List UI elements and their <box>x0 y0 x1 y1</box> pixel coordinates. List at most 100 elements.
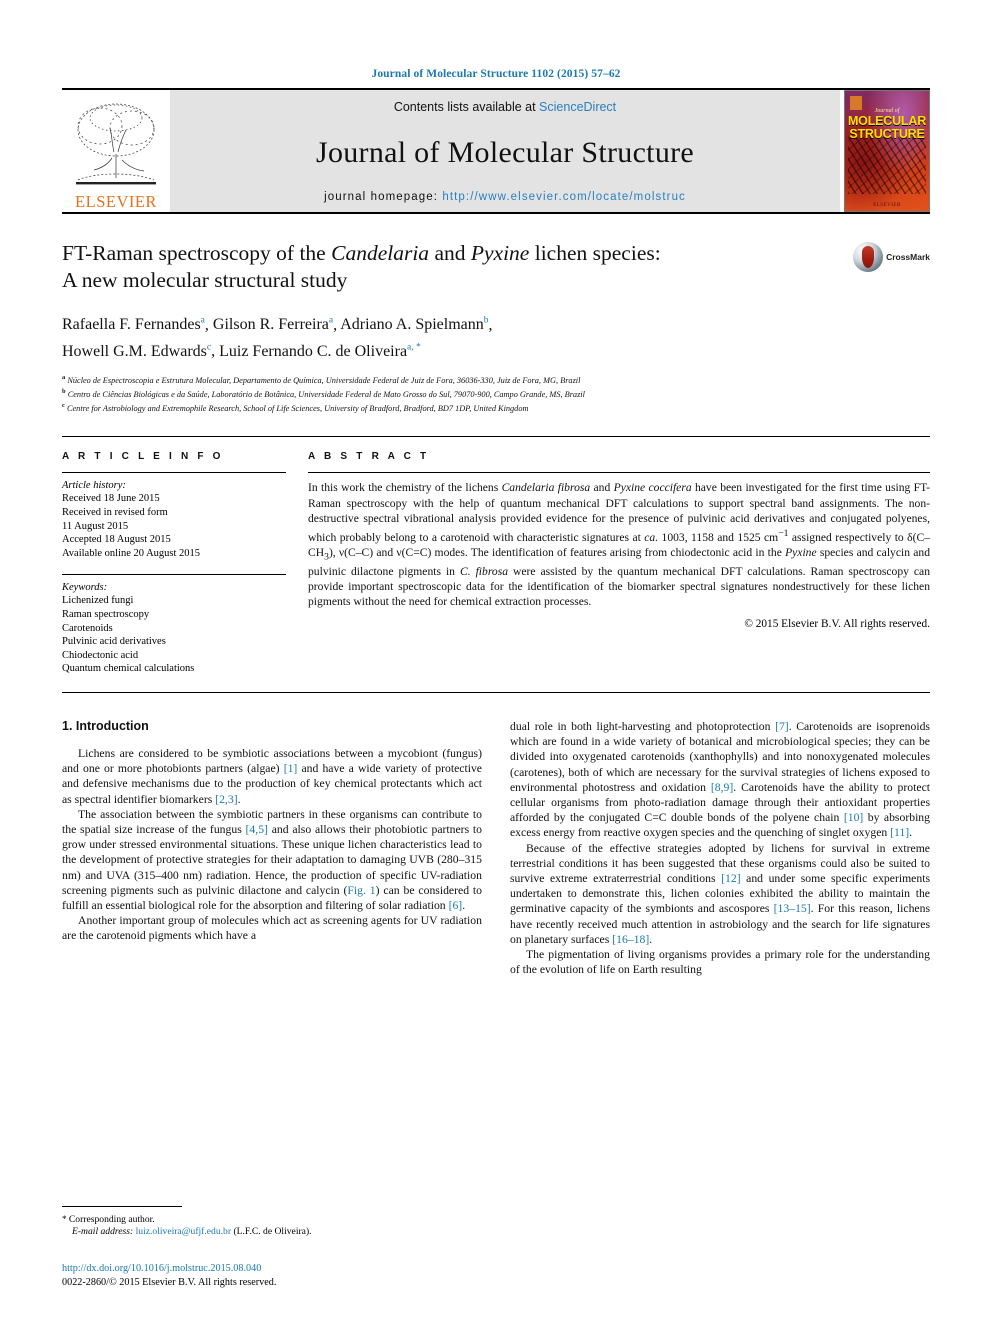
journal-masthead: ELSEVIER Contents lists available at Sci… <box>62 90 930 212</box>
body-separator-rule <box>62 691 930 693</box>
author-1[interactable]: Rafaella F. Fernandesa <box>62 316 205 333</box>
abs-species-pyxine: Pyxine cocciferа <box>613 481 692 495</box>
article-history-5: Available online 20 August 2015 <box>62 547 201 559</box>
cover-title-line1: MOLECULAR <box>847 114 927 128</box>
article-history-2: Received in revised form <box>62 507 168 519</box>
citation-16-18[interactable]: [16–18] <box>612 933 649 946</box>
abs-seg-1: In this work the chemistry of the lichen… <box>308 481 502 495</box>
doi-block: http://dx.doi.org/10.1016/j.molstruc.201… <box>62 1262 276 1289</box>
affiliation-a-text: Núcleo de Espectroscopia e Estrutura Mol… <box>67 375 581 385</box>
contents-list-line: Contents lists available at ScienceDirec… <box>394 100 616 114</box>
abs-species-candelaria: Candelaria fibrosa <box>501 481 591 495</box>
keywords-label: Keywords: <box>62 582 108 594</box>
abs-seg-4: 1003, 1158 and 1525 cm <box>658 530 779 544</box>
intro-left-paragraph-2: The association between the symbiotic pa… <box>62 807 482 913</box>
sciencedirect-link[interactable]: ScienceDirect <box>539 100 616 114</box>
crossmark-label: CrossMark <box>886 252 930 262</box>
keywords-block: Keywords: Lichenized fungi Raman spectro… <box>62 574 286 676</box>
contents-prefix: Contents lists available at <box>393 100 540 114</box>
section-heading-introduction: 1. Introduction <box>62 718 149 733</box>
keyword-5: Chiodectonic acid <box>62 649 139 661</box>
intro-left-paragraph-1: Lichens are considered to be symbiotic a… <box>62 746 482 807</box>
author-5-affil-mark: a, * <box>407 342 421 353</box>
info-abstract-region: A R T I C L E I N F O Article history: R… <box>62 436 930 676</box>
doi-link[interactable]: http://dx.doi.org/10.1016/j.molstruc.201… <box>62 1262 276 1276</box>
citation-6[interactable]: [6] <box>449 899 463 912</box>
column-right: dual role in both light-harvesting and p… <box>510 719 930 977</box>
citation-2-3[interactable]: [2,3] <box>215 793 237 806</box>
citation-8-9[interactable]: [8,9] <box>711 781 733 794</box>
title-seg-2: and <box>429 241 471 265</box>
abs-seg-7: ), ν(C–C) and ν(C=C) modes. The identifi… <box>328 545 786 559</box>
intro-right-paragraph-2: Because of the effective strategies adop… <box>510 841 930 947</box>
abstract-column: A B S T R A C T In this work the chemist… <box>308 451 930 676</box>
citation-1[interactable]: [1] <box>284 762 298 775</box>
body-columns: 1. Introduction Lichens are considered t… <box>62 719 930 977</box>
cover-footer-wordmark: ELSEVIER <box>873 203 901 208</box>
affiliation-b-mark: b <box>62 387 66 395</box>
citation-12[interactable]: [12] <box>721 872 740 885</box>
p2r-seg4: . <box>649 932 653 946</box>
article-page: Journal of Molecular Structure 1102 (201… <box>0 0 992 1323</box>
elsevier-logo: ELSEVIER <box>62 90 170 212</box>
affiliation-b-text: Centro de Ciências Biológicas e da Saúde… <box>67 389 585 399</box>
cover-title: MOLECULAR STRUCTURE <box>845 115 929 141</box>
p1l-seg3: . <box>237 792 241 806</box>
intro-left-paragraph-3: Another important group of molecules whi… <box>62 914 482 943</box>
citation-4-5[interactable]: [4,5] <box>246 823 268 836</box>
abstract-copyright: © 2015 Elsevier B.V. All rights reserved… <box>744 618 930 631</box>
journal-homepage-link[interactable]: http://www.elsevier.com/locate/molstruc <box>442 191 686 203</box>
affiliation-b: b Centro de Ciências Biológicas e da Saú… <box>62 386 930 400</box>
abs-species-cfibrosa: C. fibrosa <box>459 565 509 579</box>
crossmark-badge[interactable]: CrossMark <box>853 242 930 272</box>
affiliation-c-mark: c <box>62 402 65 410</box>
affiliation-a: a Núcleo de Espectroscopia e Estrutura M… <box>62 372 930 386</box>
journal-cover-thumbnail: Journal of MOLECULAR STRUCTURE ELSEVIER <box>844 90 930 212</box>
title-seg-1: FT-Raman spectroscopy of the <box>62 241 332 265</box>
email-line: E-mail address: luiz.oliveira@ufjf.edu.b… <box>62 1226 477 1239</box>
page-title: FT-Raman spectroscopy of the Candelaria … <box>62 240 832 294</box>
running-head: Journal of Molecular Structure 1102 (201… <box>371 68 621 80</box>
author-1-name: Rafaella F. Fernandes <box>62 316 201 334</box>
author-4[interactable]: Howell G.M. Edwardsc <box>62 342 211 359</box>
corresponding-author-label: Corresponding author. <box>68 1213 155 1225</box>
abstract-text: In this work the chemistry of the lichen… <box>308 480 930 609</box>
author-5[interactable]: Luiz Fernando C. de Oliveiraa, * <box>219 342 421 359</box>
crossmark-icon <box>853 242 884 272</box>
abs-genus-pyxine: Pyxine <box>785 545 817 559</box>
article-info-heading: A R T I C L E I N F O <box>62 451 224 463</box>
citation-7[interactable]: [7] <box>775 720 789 733</box>
keyword-2: Raman spectroscopy <box>62 609 150 621</box>
journal-band: Contents lists available at ScienceDirec… <box>170 90 840 212</box>
issn-copyright-line: 0022-2860/© 2015 Elsevier B.V. All right… <box>62 1276 277 1288</box>
abstract-heading: A B S T R A C T <box>308 451 430 463</box>
elsevier-wordmark: ELSEVIER <box>75 191 157 211</box>
author-2[interactable]: Gilson R. Ferreiraa <box>213 316 333 333</box>
author-sep-1: , <box>204 316 213 334</box>
affiliation-a-mark: a <box>62 373 66 381</box>
cover-title-line2: STRUCTURE <box>849 127 925 141</box>
figure-1-link[interactable]: Fig. 1 <box>347 884 375 897</box>
title-seg-3: lichen species: <box>529 241 661 265</box>
article-history-4: Accepted 18 August 2015 <box>62 534 171 546</box>
email-owner: (L.F.C. de Oliveira). <box>233 1226 312 1238</box>
citation-10[interactable]: [10] <box>844 811 863 824</box>
email-label: E-mail address: <box>72 1226 134 1238</box>
affiliation-c: c Centre for Astrobiology and Extremophi… <box>62 400 930 414</box>
keyword-3: Carotenoids <box>62 622 113 634</box>
abs-seg-2: and <box>590 481 614 495</box>
author-3[interactable]: Adriano A. Spielmannb <box>340 316 488 333</box>
elsevier-tree-icon <box>68 98 164 194</box>
p1r-seg1: dual role in both light-harvesting and p… <box>510 719 776 733</box>
author-sep-4: , <box>211 342 220 360</box>
article-info-column: A R T I C L E I N F O Article history: R… <box>62 451 308 676</box>
email-link[interactable]: luiz.oliveira@ufjf.edu.br <box>136 1226 231 1237</box>
title-genus-pyxine: Pyxine <box>470 241 530 265</box>
citation-11[interactable]: [11] <box>890 826 909 839</box>
affiliation-c-text: Centre for Astrobiology and Extremophile… <box>66 403 529 413</box>
citation-13-15[interactable]: [13–15] <box>774 902 811 915</box>
keyword-4: Pulvinic acid derivatives <box>62 636 166 648</box>
abstract-rule <box>308 472 930 474</box>
keywords-rule <box>62 574 286 576</box>
article-history-label: Article history: <box>62 480 126 492</box>
